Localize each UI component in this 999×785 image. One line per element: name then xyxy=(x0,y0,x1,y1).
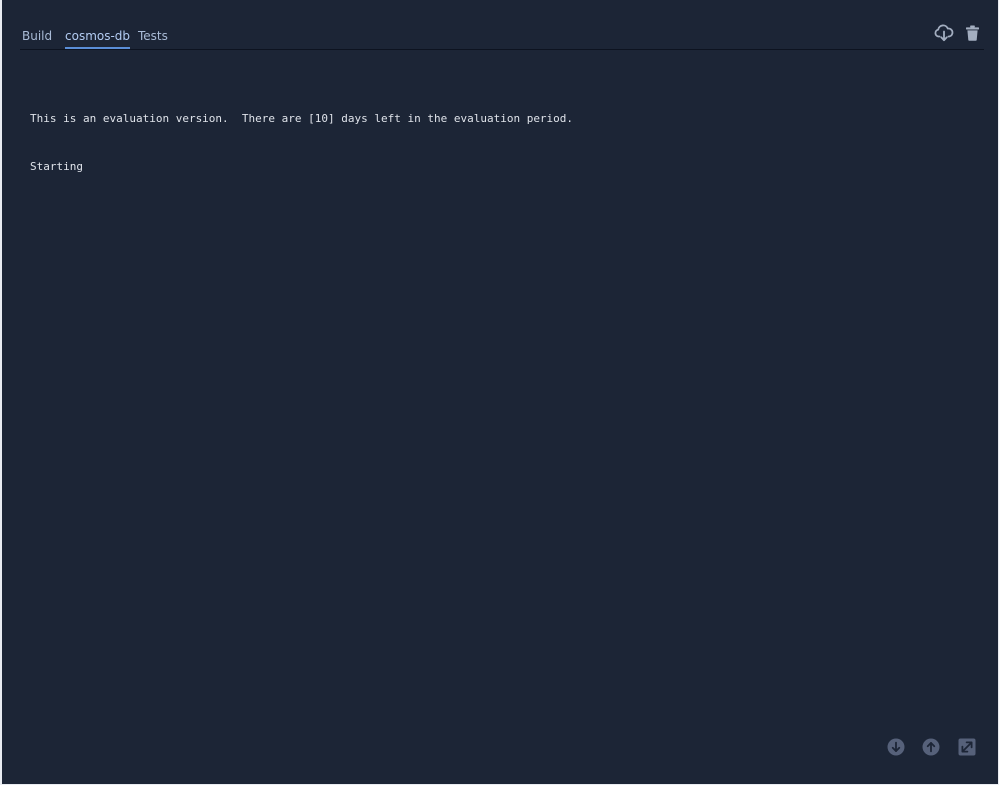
tab-build[interactable]: Build xyxy=(22,29,52,43)
tab-tests[interactable]: Tests xyxy=(138,29,168,43)
tab-bar: Build cosmos-db Tests xyxy=(20,26,984,50)
scroll-to-top-icon[interactable] xyxy=(922,738,940,756)
trash-icon[interactable] xyxy=(965,25,980,46)
output-panel: Build cosmos-db Tests This is an evaluat… xyxy=(0,0,999,785)
cloud-download-icon[interactable] xyxy=(934,24,954,47)
console-line: This is an evaluation version. There are… xyxy=(30,112,574,125)
expand-icon[interactable] xyxy=(958,738,976,756)
tab-cosmos-db[interactable]: cosmos-db xyxy=(65,29,131,49)
console-output: This is an evaluation version. There are… xyxy=(30,79,573,207)
console-line: Starting xyxy=(30,160,83,173)
scroll-to-bottom-icon[interactable] xyxy=(887,738,905,756)
